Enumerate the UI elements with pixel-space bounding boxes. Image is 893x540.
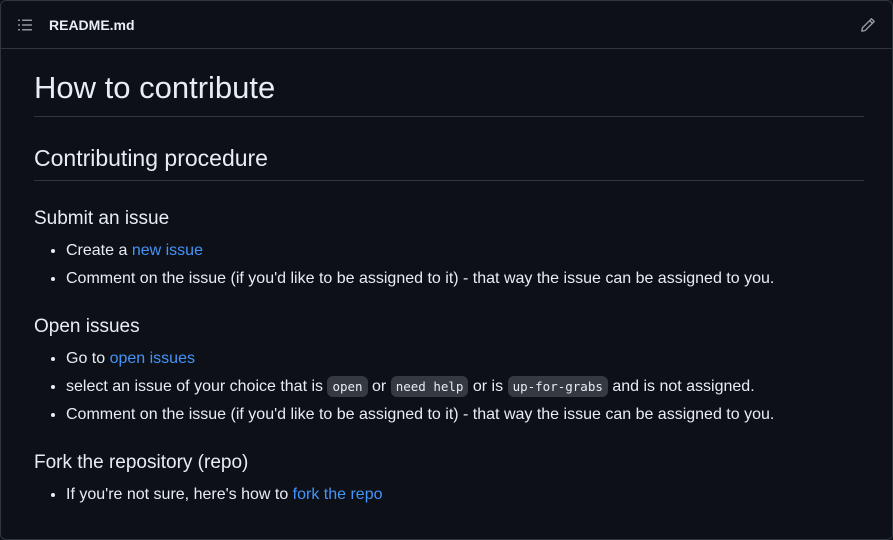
inline-code-need-help: need help — [390, 376, 469, 397]
section-heading: Contributing procedure — [34, 143, 864, 181]
list-item: Comment on the issue (if you'd like to b… — [66, 405, 864, 425]
list-item: Comment on the issue (if you'd like to b… — [66, 269, 864, 289]
list-item: select an issue of your choice that is o… — [66, 376, 864, 397]
list-unordered-icon[interactable] — [17, 17, 33, 33]
list-item: Go to open issues — [66, 349, 864, 369]
open-issues-list: Go to open issues select an issue of you… — [34, 349, 864, 425]
markdown-body: How to contribute Contributing procedure… — [1, 49, 892, 505]
file-header: README.md — [1, 1, 892, 49]
subsection-heading-open-issues: Open issues — [34, 316, 140, 337]
list-text: Go to — [66, 350, 110, 367]
file-name: README.md — [49, 16, 135, 33]
list-text: Create a — [66, 242, 132, 259]
list-text: or is — [468, 378, 508, 395]
page-title: How to contribute — [34, 69, 864, 117]
submit-list: Create a new issue Comment on the issue … — [34, 241, 864, 289]
list-text: or — [367, 378, 391, 395]
list-text: If you're not sure, here's how to — [66, 486, 293, 503]
fork-repo-link[interactable]: fork the repo — [293, 486, 383, 503]
subsection-heading-fork: Fork the repository (repo) — [34, 452, 249, 473]
fork-list: If you're not sure, here's how to fork t… — [34, 485, 864, 505]
list-text: select an issue of your choice that is — [66, 378, 328, 395]
list-item: Create a new issue — [66, 241, 864, 261]
open-issues-link[interactable]: open issues — [110, 350, 195, 367]
pencil-icon[interactable] — [860, 17, 876, 33]
subsection-heading-submit: Submit an issue — [34, 208, 170, 229]
list-item: If you're not sure, here's how to fork t… — [66, 485, 864, 505]
list-text: and is not assigned. — [607, 378, 755, 395]
inline-code-open: open — [327, 376, 368, 397]
readme-panel: README.md How to contribute Contributing… — [0, 0, 893, 540]
new-issue-link[interactable]: new issue — [132, 242, 203, 259]
inline-code-up-for-grabs: up-for-grabs — [507, 376, 608, 397]
